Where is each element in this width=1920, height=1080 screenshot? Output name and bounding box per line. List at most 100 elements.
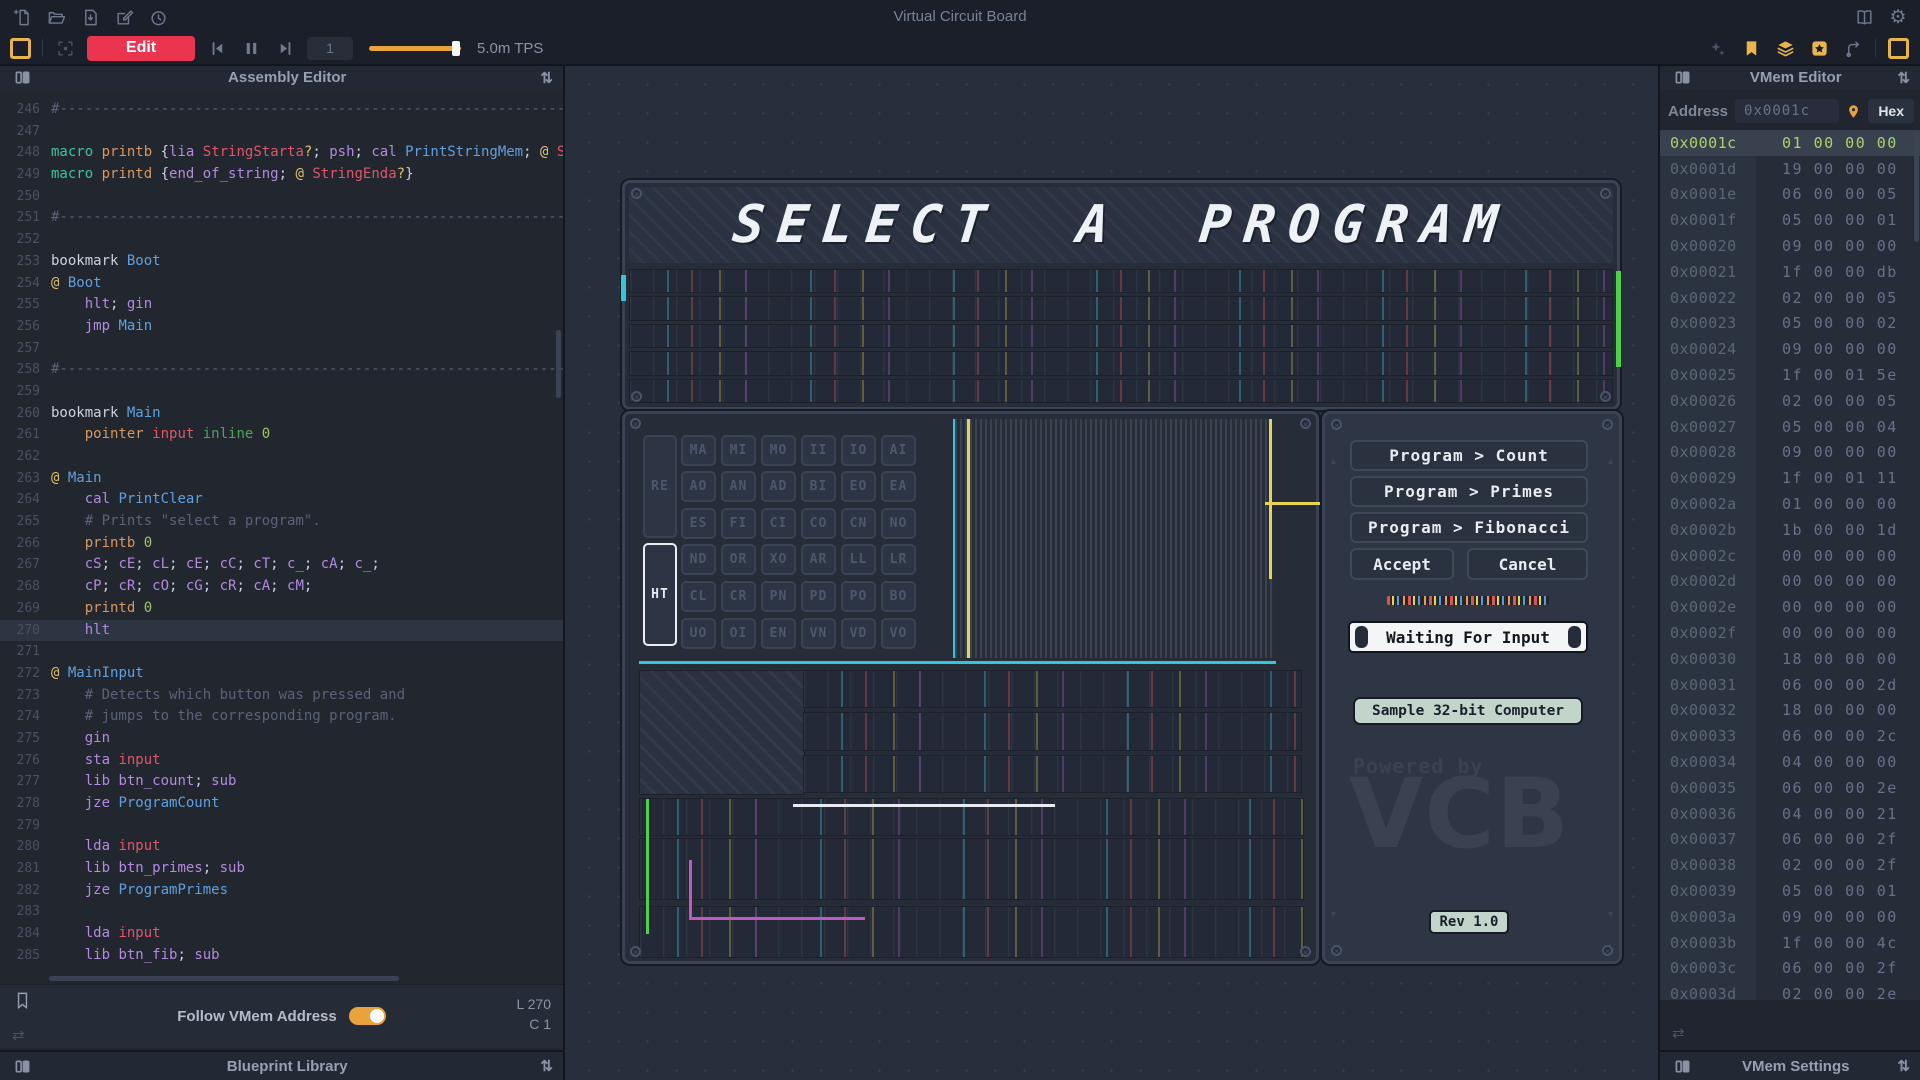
- vmem-row-0x00036[interactable]: 0x0003604 00 00 21: [1660, 801, 1920, 827]
- capture-frame-icon[interactable]: [53, 36, 77, 60]
- favorite-star-icon[interactable]: [1807, 36, 1831, 60]
- mode-edit-button[interactable]: Edit: [87, 36, 195, 61]
- cancel-button[interactable]: Cancel: [1467, 548, 1588, 580]
- code-line-246[interactable]: 246#------------------------------------…: [0, 99, 563, 121]
- vmem-row-0x00024[interactable]: 0x0002409 00 00 00: [1660, 336, 1920, 362]
- vmem-row-0x00025[interactable]: 0x000251f 00 01 5e: [1660, 362, 1920, 388]
- code-vertical-scrollbar[interactable]: [556, 330, 561, 398]
- vmem-row-0x00020[interactable]: 0x0002009 00 00 00: [1660, 233, 1920, 259]
- bookmark-tag-icon[interactable]: [1739, 36, 1763, 60]
- vmem-row-0x00031[interactable]: 0x0003106 00 00 2d: [1660, 672, 1920, 698]
- code-line-247[interactable]: 247: [0, 121, 563, 143]
- open-folder-icon[interactable]: [44, 5, 68, 29]
- code-line-261[interactable]: 261 pointer input inline 0: [0, 424, 563, 446]
- new-file-icon[interactable]: [10, 5, 34, 29]
- vmem-row-0x00026[interactable]: 0x0002602 00 00 05: [1660, 388, 1920, 414]
- code-line-252[interactable]: 252: [0, 229, 563, 251]
- code-line-282[interactable]: 282 jze ProgramPrimes: [0, 880, 563, 902]
- vmem-row-0x00032[interactable]: 0x0003218 00 00 00: [1660, 698, 1920, 724]
- pause-icon[interactable]: [239, 36, 263, 60]
- vmem-row-0x00034[interactable]: 0x0003404 00 00 00: [1660, 749, 1920, 775]
- step-count-field[interactable]: 1: [307, 37, 353, 60]
- vmem-scrollbar[interactable]: [1914, 130, 1919, 242]
- tps-slider[interactable]: [369, 46, 461, 51]
- step-forward-icon[interactable]: [273, 36, 297, 60]
- code-line-257[interactable]: 257: [0, 338, 563, 360]
- code-line-256[interactable]: 256 jmp Main: [0, 316, 563, 338]
- vmem-row-0x00030[interactable]: 0x0003018 00 00 00: [1660, 646, 1920, 672]
- code-line-251[interactable]: 251#------------------------------------…: [0, 207, 563, 229]
- code-line-264[interactable]: 264 cal PrintClear: [0, 489, 563, 511]
- code-line-273[interactable]: 273 # Detects which button was pressed a…: [0, 685, 563, 707]
- code-line-268[interactable]: 268 cP; cR; cO; cG; cR; cA; cM;: [0, 576, 563, 598]
- panel-layout-icon[interactable]: [1670, 1054, 1694, 1078]
- accept-button[interactable]: Accept: [1350, 548, 1454, 580]
- address-input[interactable]: 0x0001c: [1735, 99, 1839, 123]
- code-line-269[interactable]: 269 printd 0: [0, 598, 563, 620]
- code-line-278[interactable]: 278 jze ProgramCount: [0, 793, 563, 815]
- vmem-row-0x0001f[interactable]: 0x0001f05 00 00 01: [1660, 207, 1920, 233]
- program-button-primes[interactable]: Program > Primes: [1350, 476, 1588, 507]
- panel-resize-icon[interactable]: ⇅: [540, 69, 553, 87]
- vmem-row-0x0001e[interactable]: 0x0001e06 00 00 05: [1660, 182, 1920, 208]
- vmem-row-0x0001c[interactable]: 0x0001c01 00 00 00: [1660, 130, 1920, 156]
- control-panel-board[interactable]: Program > Count Program > Primes Program >…: [1322, 411, 1622, 964]
- program-button-count[interactable]: Program > Count: [1350, 440, 1588, 471]
- edit-file-icon[interactable]: [112, 5, 136, 29]
- vmem-row-0x00037[interactable]: 0x0003706 00 00 2f: [1660, 827, 1920, 853]
- sparkle-icon[interactable]: [1705, 36, 1729, 60]
- code-line-260[interactable]: 260bookmark Main: [0, 403, 563, 425]
- layers-icon[interactable]: [1773, 36, 1797, 60]
- code-line-253[interactable]: 253bookmark Boot: [0, 251, 563, 273]
- code-horizontal-scrollbar[interactable]: [49, 976, 399, 981]
- panel-layout-icon[interactable]: [1670, 66, 1694, 90]
- pin-icon[interactable]: [1846, 104, 1861, 119]
- code-line-262[interactable]: 262: [0, 446, 563, 468]
- panel-resize-icon[interactable]: ⇅: [540, 1057, 553, 1075]
- grid-tool-icon[interactable]: [1886, 36, 1910, 60]
- vmem-row-0x00035[interactable]: 0x0003506 00 00 2e: [1660, 775, 1920, 801]
- code-line-267[interactable]: 267 cS; cE; cL; cE; cC; cT; c_; cA; c_;: [0, 554, 563, 576]
- follow-vmem-toggle[interactable]: [349, 1007, 386, 1025]
- vmem-row-0x0003a[interactable]: 0x0003a09 00 00 00: [1660, 904, 1920, 930]
- code-line-254[interactable]: 254@ Boot: [0, 273, 563, 295]
- vmem-row-0x00022[interactable]: 0x0002202 00 00 05: [1660, 285, 1920, 311]
- code-line-255[interactable]: 255 hlt; gin: [0, 294, 563, 316]
- history-icon[interactable]: [146, 5, 170, 29]
- swap-arrows-icon[interactable]: ⇄: [12, 1026, 25, 1044]
- code-line-275[interactable]: 275 gin: [0, 728, 563, 750]
- code-line-281[interactable]: 281 lib btn_primes; sub: [0, 858, 563, 880]
- vmem-row-0x0002f[interactable]: 0x0002f00 00 00 00: [1660, 620, 1920, 646]
- vmem-row-0x00039[interactable]: 0x0003905 00 00 01: [1660, 878, 1920, 904]
- program-button-fibonacci[interactable]: Program > Fibonacci: [1350, 512, 1588, 543]
- code-line-277[interactable]: 277 lib btn_count; sub: [0, 771, 563, 793]
- panel-resize-icon[interactable]: ⇅: [1897, 69, 1910, 87]
- code-line-285[interactable]: 285 lib btn_fib; sub: [0, 945, 563, 967]
- code-line-272[interactable]: 272@ MainInput: [0, 663, 563, 685]
- vmem-row-0x0003b[interactable]: 0x0003b1f 00 00 4c: [1660, 930, 1920, 956]
- code-line-249[interactable]: 249macro printd {end_of_string; @ String…: [0, 164, 563, 186]
- code-line-279[interactable]: 279: [0, 815, 563, 837]
- vmem-row-0x00029[interactable]: 0x000291f 00 01 11: [1660, 465, 1920, 491]
- marquee-board[interactable]: SELECT A PROGRAM ✕ ✕ ✕ ✕: [622, 180, 1620, 410]
- panel-layout-icon[interactable]: [10, 66, 34, 90]
- code-line-270[interactable]: 270 hlt: [0, 620, 563, 642]
- hex-mode-button[interactable]: Hex: [1868, 99, 1914, 123]
- code-line-274[interactable]: 274 # jumps to the corresponding program…: [0, 706, 563, 728]
- blueprint-library-header[interactable]: Blueprint Library ⇅: [0, 1050, 563, 1080]
- vmem-row-0x0002b[interactable]: 0x0002b1b 00 00 1d: [1660, 517, 1920, 543]
- vmem-row-0x0001d[interactable]: 0x0001d19 00 00 00: [1660, 156, 1920, 182]
- settings-gear-icon[interactable]: ⚙: [1886, 5, 1910, 29]
- route-icon[interactable]: [1841, 36, 1865, 60]
- code-line-271[interactable]: 271: [0, 641, 563, 663]
- vmem-row-0x00027[interactable]: 0x0002705 00 00 04: [1660, 414, 1920, 440]
- swap-arrows-icon[interactable]: ⇄: [1672, 1024, 1685, 1042]
- code-line-283[interactable]: 283: [0, 901, 563, 923]
- vmem-table[interactable]: 0x0001c01 00 00 000x0001d19 00 00 000x00…: [1660, 130, 1920, 1000]
- code-line-248[interactable]: 248macro printb {lia StringStarta?; psh;…: [0, 142, 563, 164]
- code-line-280[interactable]: 280 lda input: [0, 836, 563, 858]
- circuit-canvas[interactable]: SELECT A PROGRAM ✕ ✕ ✕ ✕ RE HT MAMIMOIII…: [565, 64, 1660, 1080]
- save-file-icon[interactable]: [78, 5, 102, 29]
- code-line-263[interactable]: 263@ Main: [0, 468, 563, 490]
- panel-resize-icon[interactable]: ⇅: [1897, 1057, 1910, 1075]
